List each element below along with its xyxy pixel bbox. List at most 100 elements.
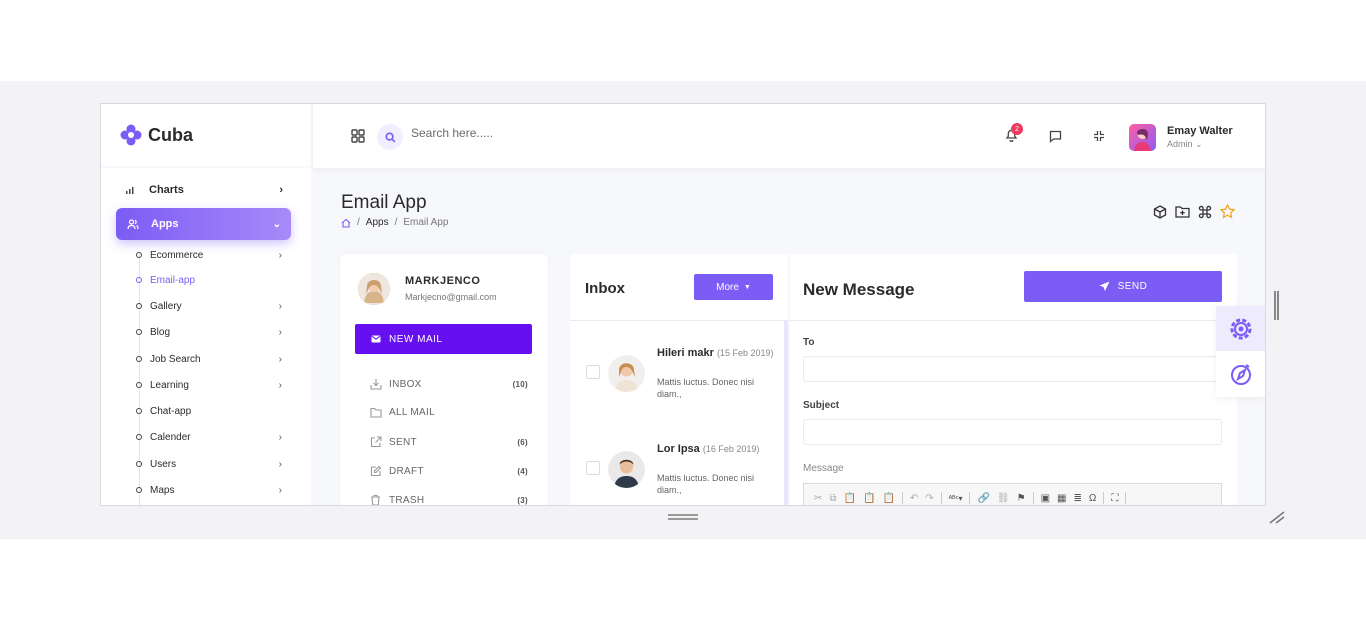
sidebar-item-calender[interactable]: Calender ›	[136, 428, 286, 446]
sidebar-item-label: Charts	[149, 184, 184, 196]
bullet-icon	[136, 329, 142, 335]
bullet-icon	[136, 382, 142, 388]
draft-icon	[370, 465, 383, 477]
compress-icon[interactable]	[1093, 130, 1105, 142]
sidebar-item-job-search[interactable]: Job Search ›	[136, 350, 286, 368]
sidebar-item-label: Users	[150, 458, 177, 470]
mail-list-item[interactable]: Lor Ipsa (16 Feb 2019) Mattis luctus. Do…	[570, 441, 784, 505]
compass-button[interactable]	[1216, 351, 1265, 397]
resize-corner-icon[interactable]	[1268, 510, 1286, 524]
star-icon[interactable]	[1220, 204, 1235, 219]
bullet-icon	[136, 277, 142, 283]
paste-word-icon[interactable]: 📋	[882, 493, 894, 504]
grid-icon[interactable]	[351, 129, 365, 143]
more-label: More	[716, 281, 739, 293]
breadcrumb-email-app: Email App	[403, 217, 449, 228]
link-icon[interactable]: 🔗	[977, 493, 989, 504]
toolbar-separator	[940, 492, 942, 504]
floating-tools	[1216, 306, 1265, 397]
user-name[interactable]: Emay Walter	[1167, 125, 1233, 137]
folder-sent[interactable]: SENT (6)	[370, 436, 528, 448]
message-label: Message	[803, 463, 844, 474]
sidebar-item-chat-app[interactable]: Chat-app	[136, 402, 286, 420]
special-char-icon[interactable]: Ω	[1089, 493, 1096, 504]
to-input[interactable]	[803, 356, 1222, 382]
breadcrumb: / Apps / Email App	[341, 217, 448, 228]
trash-icon	[370, 494, 383, 505]
anchor-flag-icon[interactable]: ⚑	[1017, 493, 1026, 504]
mail-checkbox[interactable]	[586, 365, 600, 379]
unlink-icon[interactable]: ⛓	[997, 493, 1010, 504]
chevron-right-icon: ›	[278, 459, 282, 470]
copy-icon[interactable]: ⧉	[829, 493, 836, 504]
bullet-icon	[136, 303, 142, 309]
folder-inbox[interactable]: INBOX (10)	[370, 378, 528, 390]
search-input[interactable]	[411, 126, 611, 140]
sidebar-item-blog[interactable]: Blog ›	[136, 323, 286, 341]
sidebar-item-learning[interactable]: Learning ›	[136, 376, 286, 394]
redo-icon[interactable]: ↷	[925, 493, 933, 504]
profile-avatar	[358, 273, 390, 305]
spellcheck-icon[interactable]: ᴬᴮᶜ▾	[949, 494, 963, 503]
compose-card: New Message SEND To Subject Message ✂ ⧉ …	[790, 254, 1237, 505]
sidebar-item-ecommerce[interactable]: Ecommerce ›	[136, 246, 286, 264]
image-icon[interactable]: ▣	[1041, 493, 1050, 504]
chevron-right-icon: ›	[278, 485, 282, 496]
bullet-icon	[136, 434, 142, 440]
sidebar-item-email-app[interactable]: Email-app	[136, 271, 286, 289]
app-frame: Cuba 2 Emay Walter Admin ⌄ Charts	[100, 103, 1266, 506]
home-icon[interactable]	[341, 218, 351, 228]
folder-plus-icon[interactable]	[1175, 205, 1190, 218]
logo-icon	[120, 124, 142, 146]
logo[interactable]: Cuba	[101, 104, 311, 166]
paste-icon[interactable]: 📋	[844, 493, 856, 504]
chevron-right-icon: ›	[278, 354, 282, 365]
command-icon[interactable]	[1198, 205, 1212, 219]
sender-avatar	[608, 451, 645, 488]
bullet-icon	[136, 408, 142, 414]
sidebar-item-gallery[interactable]: Gallery ›	[136, 297, 286, 315]
user-role[interactable]: Admin ⌄	[1167, 139, 1203, 150]
sidebar-item-label: Ecommerce	[150, 249, 204, 261]
paste-text-icon[interactable]: 📋	[863, 493, 875, 504]
email-sidebar-card: MARKJENCO Markjecno@gmail.com NEW MAIL I…	[340, 254, 548, 505]
cut-icon[interactable]: ✂	[814, 493, 822, 504]
top-header: 2 Emay Walter Admin ⌄	[313, 104, 1265, 168]
horizontal-resize-handle[interactable]	[668, 514, 698, 520]
toolbar-separator	[1103, 492, 1105, 504]
sidebar-item-label: Gallery	[150, 300, 182, 312]
sender-name-text: Hileri makr	[657, 347, 714, 359]
vertical-resize-handle[interactable]	[1274, 291, 1279, 320]
folder-icon	[370, 407, 383, 418]
undo-icon[interactable]: ↶	[910, 493, 918, 504]
folder-label: SENT	[389, 436, 417, 448]
sidebar-item-apps[interactable]: Apps ⌄	[116, 208, 291, 240]
mail-checkbox[interactable]	[586, 461, 600, 475]
search-icon[interactable]	[377, 124, 403, 150]
subject-input[interactable]	[803, 419, 1222, 445]
breadcrumb-apps[interactable]: Apps	[366, 217, 389, 228]
divider	[570, 320, 788, 321]
chat-icon[interactable]	[1049, 130, 1062, 143]
sidebar-item-label: Email-app	[150, 274, 196, 286]
folder-draft[interactable]: DRAFT (4)	[370, 465, 528, 477]
folder-all-mail[interactable]: ALL MAIL	[370, 407, 528, 418]
mail-list-item[interactable]: Hileri makr (15 Feb 2019) Mattis luctus.…	[570, 345, 784, 415]
sender-name-text: Lor Ipsa	[657, 443, 700, 455]
bullet-icon	[136, 487, 142, 493]
maximize-icon[interactable]: ⛶	[1111, 493, 1118, 504]
table-icon[interactable]: ▦	[1057, 493, 1066, 504]
folder-trash[interactable]: TRASH (3)	[370, 494, 528, 505]
box-icon[interactable]	[1153, 204, 1167, 219]
user-avatar[interactable]	[1129, 124, 1156, 151]
sidebar-item-charts[interactable]: Charts ›	[125, 184, 285, 196]
sidebar-item-label: Maps	[150, 484, 175, 496]
new-mail-button[interactable]: NEW MAIL	[355, 324, 532, 354]
settings-button[interactable]	[1216, 306, 1265, 351]
more-dropdown-button[interactable]: More ▼	[694, 274, 773, 300]
send-button[interactable]: SEND	[1024, 271, 1222, 302]
sidebar-item-maps[interactable]: Maps ›	[136, 481, 286, 499]
sidebar-item-users[interactable]: Users ›	[136, 455, 286, 473]
chevron-right-icon: ›	[278, 380, 282, 391]
horizontal-line-icon[interactable]: ≣	[1074, 493, 1082, 504]
